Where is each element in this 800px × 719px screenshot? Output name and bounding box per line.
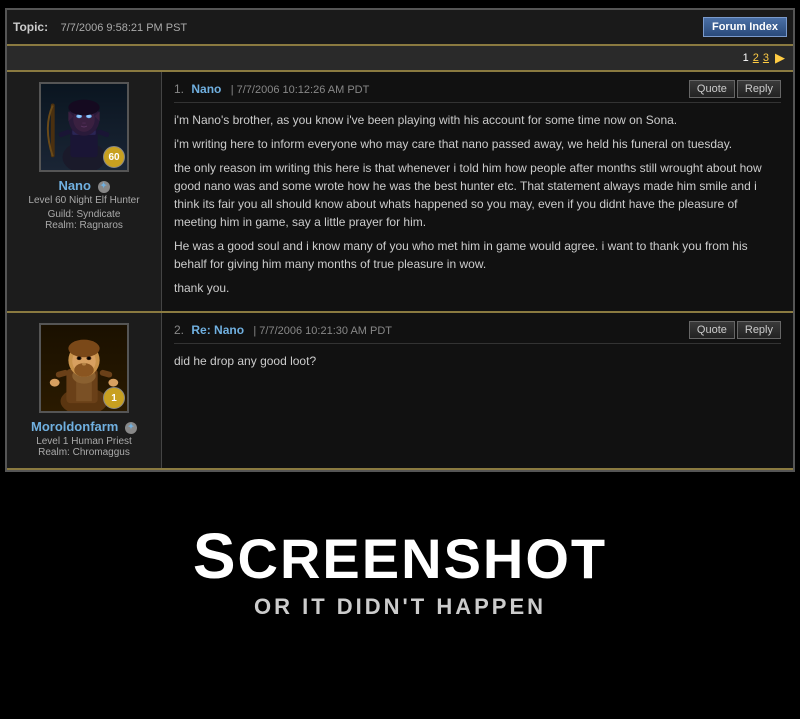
screenshot-area: SCREENSHOT or it didn't happen — [0, 472, 800, 672]
page-3-link[interactable]: 3 — [763, 52, 769, 64]
avatar-2: 1 — [39, 323, 129, 413]
topic-label: Topic: — [13, 20, 48, 34]
screenshot-title: SCREENSHOT — [193, 524, 607, 588]
post-num-2: 2. — [174, 323, 184, 337]
user-icon-2: ✦ — [125, 422, 137, 434]
page-2-link[interactable]: 2 — [753, 52, 759, 64]
screenshot-subtitle: or it didn't happen — [254, 594, 546, 620]
level-badge-2: 1 — [103, 387, 125, 409]
post-actions-1: Quote Reply — [689, 80, 781, 98]
post-num-1: 1. — [174, 82, 184, 96]
level-badge-1: 60 — [103, 146, 125, 168]
post-1: 60 Nano ✦ Level 60 Night Elf Hunter Guil… — [7, 72, 793, 313]
post-date-1: | 7/7/2006 10:12:26 AM PDT — [231, 84, 370, 96]
reply-button-1[interactable]: Reply — [737, 80, 781, 98]
user-class-2: Level 1 Human Priest — [36, 436, 132, 447]
user-class-1: Level 60 Night Elf Hunter — [28, 195, 139, 206]
post-header-1: 1. Nano | 7/7/2006 10:12:26 AM PDT Quote… — [174, 80, 781, 103]
user-col-2: 1 Moroldonfarm ✦ Level 1 Human Priest Re… — [7, 313, 162, 468]
post-2: 1 Moroldonfarm ✦ Level 1 Human Priest Re… — [7, 313, 793, 470]
post-header-2: 2. Re: Nano | 7/7/2006 10:21:30 AM PDT Q… — [174, 321, 781, 344]
poster-name-1: Nano — [191, 82, 221, 96]
forum-index-button[interactable]: Forum Index — [703, 17, 787, 37]
forum-header: Topic: 7/7/2006 9:58:21 PM PST Forum Ind… — [7, 10, 793, 46]
user-guild-1: Guild: Syndicate — [48, 209, 121, 220]
reply-button-2[interactable]: Reply — [737, 321, 781, 339]
post-col-1: 1. Nano | 7/7/2006 10:12:26 AM PDT Quote… — [162, 72, 793, 311]
username-2: Moroldonfarm ✦ — [31, 419, 137, 434]
quote-button-2[interactable]: Quote — [689, 321, 735, 339]
post-col-2: 2. Re: Nano | 7/7/2006 10:21:30 AM PDT Q… — [162, 313, 793, 468]
page-1-link[interactable]: 1 — [743, 52, 749, 64]
forum-container: Topic: 7/7/2006 9:58:21 PM PST Forum Ind… — [5, 8, 795, 472]
quote-button-1[interactable]: Quote — [689, 80, 735, 98]
post-actions-2: Quote Reply — [689, 321, 781, 339]
user-realm-1: Realm: Ragnaros — [45, 220, 123, 231]
page-next-arrow[interactable]: ▶ — [775, 50, 785, 66]
post-title-1: 1. Nano | 7/7/2006 10:12:26 AM PDT — [174, 82, 369, 96]
re-title-2: Re: Nano — [191, 323, 244, 337]
post-title-2: 2. Re: Nano | 7/7/2006 10:21:30 AM PDT — [174, 323, 392, 337]
avatar-1: 60 — [39, 82, 129, 172]
user-icon-1: ✦ — [98, 181, 110, 193]
topic-date: 7/7/2006 9:58:21 PM PST — [61, 22, 188, 34]
pagination-bar: 1 2 3 ▶ — [7, 46, 793, 72]
post-date-2: | 7/7/2006 10:21:30 AM PDT — [253, 325, 392, 337]
username-1: Nano ✦ — [58, 178, 109, 193]
post-body-1: i'm Nano's brother, as you know i've bee… — [174, 111, 781, 297]
user-col-1: 60 Nano ✦ Level 60 Night Elf Hunter Guil… — [7, 72, 162, 311]
post-body-2: did he drop any good loot? — [174, 352, 781, 370]
topic-info: Topic: 7/7/2006 9:58:21 PM PST — [13, 18, 187, 36]
user-realm-2: Realm: Chromaggus — [38, 447, 130, 458]
